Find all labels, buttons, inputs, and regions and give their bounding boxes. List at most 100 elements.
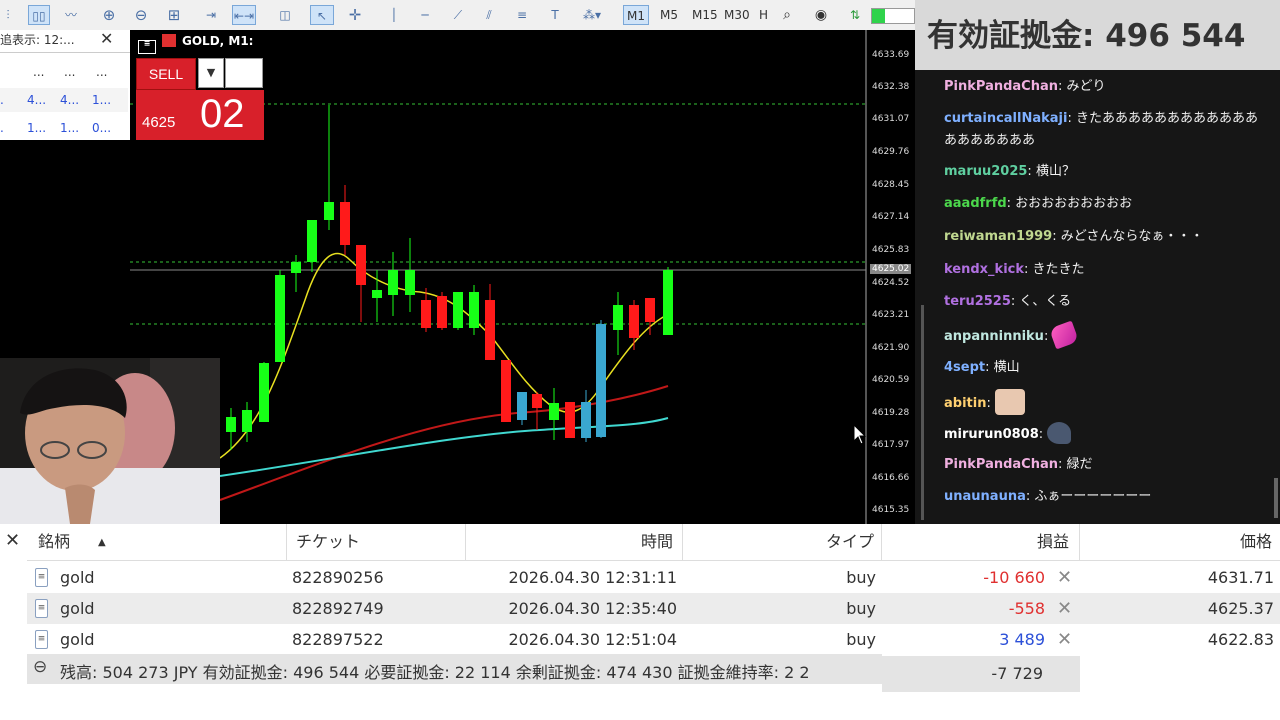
- total-profit: -7 729: [991, 664, 1043, 683]
- search-icon[interactable]: ⌕: [777, 5, 797, 25]
- channel-icon[interactable]: ⫽: [478, 5, 500, 25]
- zoom-out-icon[interactable]: ⊖: [130, 5, 152, 25]
- column-header-type[interactable]: タイプ: [683, 524, 882, 560]
- candle-body: [501, 360, 511, 422]
- timeframe-m30[interactable]: M30: [724, 5, 750, 25]
- chat-message: PinkPandaChan: みどり: [944, 79, 1106, 94]
- candle-body: [388, 270, 398, 295]
- column-header-price[interactable]: 価格: [1080, 524, 1280, 560]
- column-header-ticket[interactable]: チケット: [287, 524, 466, 560]
- text-icon[interactable]: T: [544, 5, 566, 25]
- position-row[interactable]: ≡ gold 822892749 2026.04.30 12:35:40 buy…: [27, 593, 1280, 624]
- close-position-icon[interactable]: ✕: [1057, 624, 1072, 655]
- chat-scrollbar-right[interactable]: [1274, 478, 1278, 518]
- account-icon[interactable]: ◉: [811, 5, 831, 25]
- equity-overlay-text: 有効証拠金: 496 544: [927, 18, 1246, 54]
- chat-text: く、くる: [1019, 294, 1072, 309]
- candle-body: [663, 270, 673, 335]
- column-header-profit[interactable]: 損益: [882, 524, 1080, 560]
- position-ticket: 822892749: [292, 599, 384, 618]
- candle-body: [372, 290, 382, 298]
- close-position-icon[interactable]: ✕: [1057, 593, 1072, 624]
- chat-username[interactable]: reiwaman1999: [944, 229, 1052, 244]
- chat-text: 緑だ: [1066, 457, 1093, 472]
- vertical-line-icon[interactable]: │: [383, 5, 405, 25]
- candle-body: [565, 402, 575, 438]
- collapse-icon[interactable]: ⊖: [33, 657, 47, 677]
- mw-cell: 1...: [27, 121, 47, 135]
- chat-username[interactable]: abitin: [944, 396, 986, 411]
- position-doc-icon: ≡: [35, 630, 48, 649]
- mw-cell: ...: [33, 65, 45, 79]
- screenshot-icon[interactable]: ◫: [274, 5, 296, 25]
- price-tick: 4621.90: [872, 343, 910, 353]
- sell-button[interactable]: SELL: [136, 58, 196, 90]
- candle-body: [324, 202, 334, 220]
- candle-body: [405, 270, 415, 295]
- chat-text: きたきた: [1032, 262, 1085, 277]
- close-icon[interactable]: ✕: [100, 29, 113, 48]
- chat-message: mirurun0808:: [944, 422, 1264, 446]
- chat-username[interactable]: unaunauna: [944, 489, 1026, 504]
- price-tick: 4632.38: [872, 82, 910, 92]
- chat-username[interactable]: maruu2025: [944, 164, 1027, 179]
- connection-progress: [871, 8, 915, 24]
- bars-icon[interactable]: ▯▯: [28, 5, 50, 25]
- position-type: buy: [846, 568, 876, 587]
- candles-icon[interactable]: ⫶: [0, 5, 16, 25]
- timeframe-m1[interactable]: M1: [623, 5, 649, 25]
- shapes-icon[interactable]: ⁂▾: [574, 5, 610, 25]
- position-profit: -558: [1008, 599, 1045, 618]
- price-tick: 4628.45: [872, 180, 910, 190]
- cursor-icon[interactable]: ↖: [310, 5, 334, 25]
- grid-icon[interactable]: ⊞: [163, 5, 185, 25]
- price-tick: 4619.28: [872, 408, 910, 418]
- chat-username[interactable]: teru2525: [944, 294, 1011, 309]
- chat-text: みどり: [1066, 79, 1106, 94]
- crosshair-icon[interactable]: ✛: [344, 5, 366, 25]
- price-tick: 4620.59: [872, 375, 910, 385]
- zoom-in-icon[interactable]: ⊕: [98, 5, 120, 25]
- lot-size-input[interactable]: [225, 58, 263, 88]
- chat-message: curtaincallNakaji: きたあああああああああああああああああああ: [944, 111, 1258, 148]
- chat-username[interactable]: kendx_kick: [944, 262, 1024, 277]
- candle-body: [629, 305, 639, 338]
- fibonacci-icon[interactable]: ≡: [511, 5, 533, 25]
- current-price-tag: 4625.02: [870, 264, 912, 274]
- sell-label: SELL: [148, 66, 184, 82]
- chat-username[interactable]: 4sept: [944, 360, 985, 375]
- position-row[interactable]: ≡ gold 822897522 2026.04.30 12:51:04 buy…: [27, 624, 1280, 655]
- chat-text: ふぁーーーーーーー: [1034, 489, 1152, 504]
- chat-username[interactable]: PinkPandaChan: [944, 79, 1058, 94]
- chat-username[interactable]: PinkPandaChan: [944, 457, 1058, 472]
- chat-username[interactable]: aaadfrfd: [944, 196, 1007, 211]
- close-terminal-icon[interactable]: ✕: [5, 530, 20, 551]
- trade-terminal: ✕ 銘柄 ▲ チケット 時間 タイプ 損益 価格 ≡ gold 822890256…: [0, 524, 1280, 720]
- chat-text: みどさんならなぁ・・・: [1060, 229, 1204, 244]
- line-chart-icon[interactable]: 〰: [60, 5, 82, 25]
- candle-body: [275, 275, 285, 362]
- chat-username[interactable]: curtaincallNakaji: [944, 111, 1067, 126]
- column-header-time[interactable]: 時間: [466, 524, 683, 560]
- position-symbol: gold: [60, 568, 95, 587]
- sell-price-small: 4625: [142, 114, 176, 131]
- timeframe-m5[interactable]: M5: [660, 5, 678, 25]
- timeframe-h[interactable]: H: [759, 5, 768, 25]
- position-row[interactable]: ≡ gold 822890256 2026.04.30 12:31:11 buy…: [27, 562, 1280, 593]
- chart-shift-icon[interactable]: ⇤⇥: [232, 5, 256, 25]
- sell-price-box[interactable]: 4625 02: [136, 90, 264, 140]
- one-click-trading-panel: SELL ▼ 4625 02: [136, 58, 264, 140]
- chat-scrollbar[interactable]: [921, 305, 924, 520]
- trendline-icon[interactable]: ⟋: [447, 5, 469, 25]
- column-header-symbol[interactable]: 銘柄 ▲: [27, 524, 287, 560]
- chat-username[interactable]: mirurun0808: [944, 427, 1039, 442]
- autoscroll-icon[interactable]: ⇥: [200, 5, 222, 25]
- timeframe-m15[interactable]: M15: [692, 5, 718, 25]
- chat-username[interactable]: anpanninniku: [944, 329, 1044, 344]
- horizontal-line-icon[interactable]: ─: [414, 5, 436, 25]
- mw-cell: 1...: [92, 93, 112, 107]
- lot-dropdown-icon[interactable]: ▼: [198, 58, 224, 88]
- webcam-feed: [0, 358, 220, 524]
- chat-text: 横山？: [1035, 164, 1075, 179]
- close-position-icon[interactable]: ✕: [1057, 562, 1072, 593]
